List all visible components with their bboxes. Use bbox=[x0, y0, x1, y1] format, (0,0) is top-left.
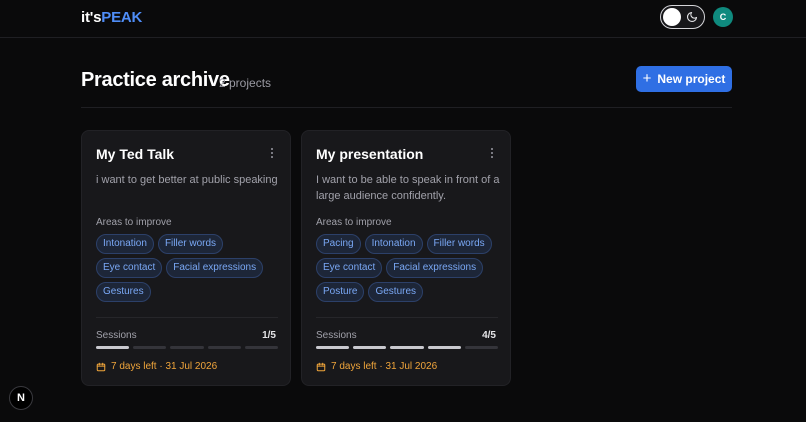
calendar-icon bbox=[96, 362, 106, 371]
progress-segment bbox=[133, 346, 167, 349]
header-divider bbox=[81, 107, 732, 108]
progress-segment bbox=[390, 346, 424, 349]
area-tag: Gestures bbox=[368, 282, 424, 302]
deadline: 7 days left · 31 Jul 2026 bbox=[316, 361, 437, 372]
theme-toggle[interactable] bbox=[660, 5, 705, 29]
progress-segment bbox=[170, 346, 204, 349]
moon-icon bbox=[686, 11, 698, 23]
project-description: I want to be able to speak in front of a… bbox=[316, 174, 500, 202]
sessions-progress bbox=[96, 346, 278, 349]
user-avatar[interactable]: C bbox=[713, 7, 733, 27]
dev-tools-badge[interactable]: N bbox=[9, 386, 33, 410]
sessions-count: 1/5 bbox=[262, 330, 276, 341]
progress-segment bbox=[96, 346, 130, 349]
plus-icon: + bbox=[642, 70, 652, 87]
project-count: 2 projects bbox=[219, 76, 272, 90]
progress-segment bbox=[244, 346, 278, 349]
progress-segment bbox=[464, 346, 498, 349]
progress-segment bbox=[207, 346, 241, 349]
areas-label: Areas to improve bbox=[316, 217, 392, 228]
card-divider bbox=[96, 317, 278, 318]
area-tag: Intonation bbox=[96, 234, 154, 254]
project-title: My presentation bbox=[316, 146, 424, 162]
more-vertical-icon[interactable] bbox=[268, 148, 276, 160]
project-card[interactable]: My Ted Talk i want to get better at publ… bbox=[81, 130, 291, 386]
page-title: Practice archive bbox=[81, 69, 230, 91]
tag-list: Pacing Intonation Filler words Eye conta… bbox=[316, 234, 506, 302]
progress-segment bbox=[427, 346, 461, 349]
area-tag: Eye contact bbox=[96, 258, 163, 278]
area-tag: Pacing bbox=[316, 234, 361, 254]
toggle-knob bbox=[663, 8, 681, 26]
more-vertical-icon[interactable] bbox=[488, 148, 496, 160]
sessions-count: 4/5 bbox=[482, 330, 496, 341]
new-project-label: New project bbox=[657, 72, 726, 86]
area-tag: Intonation bbox=[364, 234, 423, 254]
new-project-button[interactable]: + New project bbox=[636, 66, 732, 92]
sessions-label: Sessions bbox=[96, 330, 137, 341]
project-title: My Ted Talk bbox=[96, 146, 175, 162]
area-tag: Filler words bbox=[157, 234, 224, 254]
tag-list: Intonation Filler words Eye contact Faci… bbox=[96, 234, 286, 302]
deadline-text: 7 days left · 31 Jul 2026 bbox=[111, 361, 218, 372]
area-tag: Posture bbox=[316, 282, 365, 302]
progress-segment bbox=[353, 346, 387, 349]
area-tag: Gestures bbox=[96, 282, 151, 302]
project-description: i want to get better at public speaking bbox=[96, 174, 278, 186]
sessions-label: Sessions bbox=[316, 330, 357, 341]
area-tag: Eye contact bbox=[316, 258, 383, 278]
calendar-icon bbox=[316, 362, 326, 371]
area-tag: Filler words bbox=[426, 234, 492, 254]
card-divider bbox=[316, 317, 498, 318]
app-logo[interactable]: it'sPEAK bbox=[81, 9, 142, 26]
progress-segment bbox=[316, 346, 350, 349]
area-tag: Facial expressions bbox=[386, 258, 484, 278]
deadline: 7 days left · 31 Jul 2026 bbox=[96, 361, 217, 372]
areas-label: Areas to improve bbox=[96, 217, 172, 228]
project-card[interactable]: My presentation I want to be able to spe… bbox=[301, 130, 511, 386]
sessions-progress bbox=[316, 346, 498, 349]
top-bar: it'sPEAK C bbox=[0, 0, 806, 38]
deadline-text: 7 days left · 31 Jul 2026 bbox=[331, 361, 438, 372]
area-tag: Facial expressions bbox=[166, 258, 264, 278]
